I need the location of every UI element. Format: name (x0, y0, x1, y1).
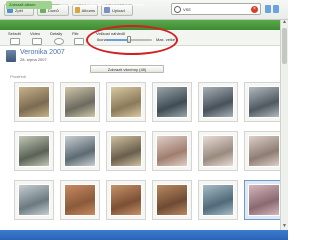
photo-thumbnail[interactable] (60, 180, 100, 220)
tab-view-album[interactable]: Zobrazit album (6, 1, 52, 9)
photo-thumbnail[interactable] (244, 131, 284, 171)
photo-thumbnail[interactable] (106, 82, 146, 122)
vertical-scrollbar[interactable]: ▲ ▼ (280, 19, 288, 230)
help-icon[interactable] (265, 5, 271, 13)
photo-image (18, 86, 50, 118)
filter-icon (74, 38, 84, 45)
photo-thumbnail[interactable] (152, 131, 192, 171)
photo-grid (0, 80, 284, 230)
album-date: 28. srpna 2007 (20, 57, 47, 62)
photo-image (156, 86, 188, 118)
status-bar (0, 230, 288, 240)
photo-thumbnail[interactable] (14, 180, 54, 220)
status-item-1: Tady 1: (58, 2, 71, 7)
sort-icon (10, 38, 20, 45)
photo-image (248, 86, 280, 118)
photo-image (64, 86, 96, 118)
photo-thumbnail[interactable] (152, 82, 192, 122)
show-all-button[interactable]: Zobrazit všechny (48) (90, 65, 164, 73)
photo-thumbnail[interactable] (14, 82, 54, 122)
scroll-up-icon[interactable]: ▲ (281, 19, 288, 25)
section-label: Prostředí (10, 74, 27, 79)
photo-thumbnail[interactable] (106, 131, 146, 171)
photo-image (18, 135, 50, 167)
photo-thumbnail[interactable] (198, 131, 238, 171)
video-icon (32, 38, 42, 45)
annotation-ellipse (86, 25, 178, 55)
album-icon (6, 50, 16, 62)
photo-image (202, 86, 234, 118)
photo-image (110, 184, 142, 216)
photo-image (202, 184, 234, 216)
photo-thumbnail[interactable] (106, 180, 146, 220)
video-label: Video (30, 31, 41, 36)
video-option[interactable]: Video (30, 31, 50, 45)
photo-image (64, 184, 96, 216)
album-title: Veronika 2007 (20, 49, 65, 56)
photo-image (18, 184, 50, 216)
photo-thumbnail[interactable] (60, 131, 100, 171)
photo-image (202, 135, 234, 167)
photo-image (156, 184, 188, 216)
photo-image (110, 135, 142, 167)
search-input[interactable]: VSE (171, 3, 261, 15)
details-icon (54, 38, 64, 45)
photo-image (156, 135, 188, 167)
details-option[interactable]: Detaily (50, 31, 70, 45)
photo-thumbnail[interactable] (244, 82, 284, 122)
status-item-2: 31. května 2007 (80, 2, 109, 7)
scrollbar-thumb[interactable] (282, 28, 287, 64)
photo-thumbnail[interactable] (198, 82, 238, 122)
sort-label: Seřadit (8, 31, 21, 36)
photo-image (110, 86, 142, 118)
clear-search-icon[interactable]: × (251, 6, 258, 13)
status-item-3: 31 MB/48 fotek (118, 2, 145, 7)
details-label: Detaily (50, 31, 63, 36)
close-icon[interactable]: ✕ (276, 1, 284, 9)
photo-image (64, 135, 96, 167)
search-icon (174, 5, 181, 13)
photo-thumbnail[interactable] (152, 180, 192, 220)
photo-image (248, 135, 280, 167)
photo-thumbnail[interactable] (14, 131, 54, 171)
photo-thumbnail[interactable] (198, 180, 238, 220)
search-value: VSE (183, 6, 192, 12)
photo-image (248, 184, 280, 216)
sort-option[interactable]: Seřadit (8, 31, 28, 45)
photo-thumbnail[interactable] (60, 82, 100, 122)
photo-thumbnail[interactable] (244, 180, 284, 220)
scroll-down-icon[interactable]: ▼ (281, 223, 288, 229)
